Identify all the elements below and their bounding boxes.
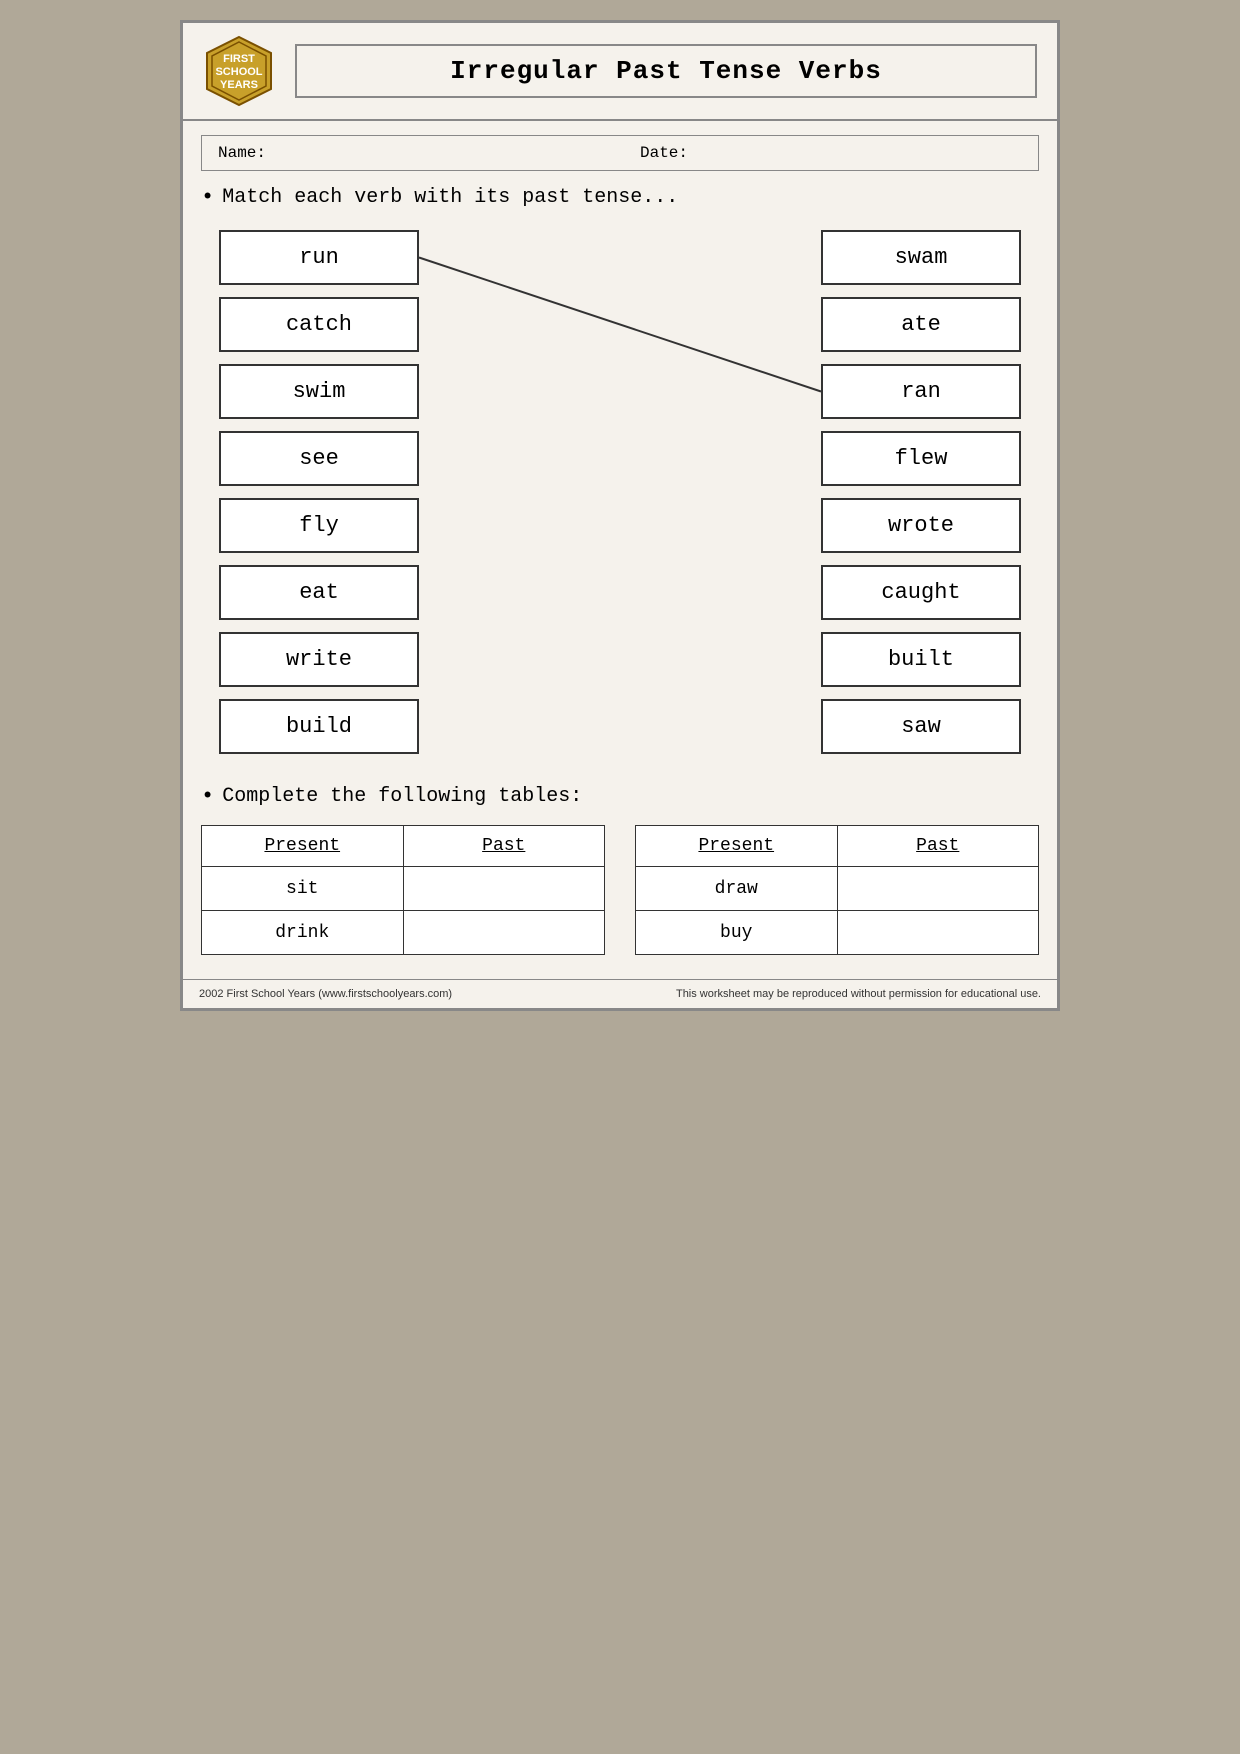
- complete-text: Complete the following tables:: [222, 785, 582, 808]
- table-row: sit: [202, 867, 605, 911]
- table2-row2-past[interactable]: [837, 911, 1039, 955]
- table2-row1-past[interactable]: [837, 867, 1039, 911]
- date-label: Date:: [640, 144, 688, 162]
- verb-box-build: build: [219, 699, 419, 754]
- table2-row2-present: buy: [636, 911, 838, 955]
- name-label: Name:: [218, 144, 266, 162]
- right-column: swam ate ran flew wrote caught built saw: [821, 230, 1021, 754]
- verb-box-caught: caught: [821, 565, 1021, 620]
- footer: 2002 First School Years (www.firstschool…: [183, 979, 1057, 1008]
- verb-box-wrote: wrote: [821, 498, 1021, 553]
- bullet-1: •: [201, 185, 214, 210]
- match-instruction: • Match each verb with its past tense...: [201, 185, 1039, 210]
- table-row: drink: [202, 911, 605, 955]
- verb-box-ate: ate: [821, 297, 1021, 352]
- name-date-row: Name: Date:: [201, 135, 1039, 171]
- verb-box-built: built: [821, 632, 1021, 687]
- verb-box-fly: fly: [219, 498, 419, 553]
- tables-instruction: • Complete the following tables:: [201, 784, 1039, 809]
- page-title: Irregular Past Tense Verbs: [307, 56, 1025, 86]
- header: FIRST SCHOOL YEARS Irregular Past Tense …: [183, 23, 1057, 121]
- table1-row2-past[interactable]: [403, 911, 605, 955]
- footer-right: This worksheet may be reproduced without…: [676, 988, 1041, 1000]
- date-section: Date:: [600, 144, 1022, 162]
- tables-row: Present Past sit drink: [201, 825, 1039, 955]
- verb-box-ran: ran: [821, 364, 1021, 419]
- matching-wrapper: run catch swim see fly eat write build s…: [201, 230, 1039, 754]
- table-1: Present Past sit drink: [201, 825, 605, 955]
- matching-area: run catch swim see fly eat write build s…: [219, 230, 1021, 754]
- verb-box-catch: catch: [219, 297, 419, 352]
- logo: FIRST SCHOOL YEARS: [203, 35, 275, 107]
- table2-col2-header: Past: [837, 826, 1039, 867]
- left-column: run catch swim see fly eat write build: [219, 230, 419, 754]
- table1-col1-header: Present: [202, 826, 404, 867]
- table2-col1-header: Present: [636, 826, 838, 867]
- table1-row1-past[interactable]: [403, 867, 605, 911]
- match-text: Match each verb with its past tense...: [222, 186, 678, 209]
- table-row: draw: [636, 867, 1039, 911]
- table2-row1-present: draw: [636, 867, 838, 911]
- name-section: Name:: [218, 144, 600, 162]
- verb-box-see: see: [219, 431, 419, 486]
- table-row: buy: [636, 911, 1039, 955]
- tables-section: • Complete the following tables: Present…: [201, 784, 1039, 955]
- logo-line1: FIRST: [223, 53, 255, 65]
- verb-box-write: write: [219, 632, 419, 687]
- table1-row1-present: sit: [202, 867, 404, 911]
- verb-box-eat: eat: [219, 565, 419, 620]
- verb-box-swam: swam: [821, 230, 1021, 285]
- title-box: Irregular Past Tense Verbs: [295, 44, 1037, 98]
- logo-line2: SCHOOL: [215, 66, 262, 78]
- verb-box-flew: flew: [821, 431, 1021, 486]
- verb-box-swim: swim: [219, 364, 419, 419]
- table1-row2-present: drink: [202, 911, 404, 955]
- verb-box-saw: saw: [821, 699, 1021, 754]
- table-2: Present Past draw buy: [635, 825, 1039, 955]
- footer-left: 2002 First School Years (www.firstschool…: [199, 988, 452, 1000]
- table1-col2-header: Past: [403, 826, 605, 867]
- logo-line3: YEARS: [220, 79, 258, 91]
- page: FIRST SCHOOL YEARS Irregular Past Tense …: [180, 20, 1060, 1011]
- verb-box-run: run: [219, 230, 419, 285]
- bullet-2: •: [201, 784, 214, 809]
